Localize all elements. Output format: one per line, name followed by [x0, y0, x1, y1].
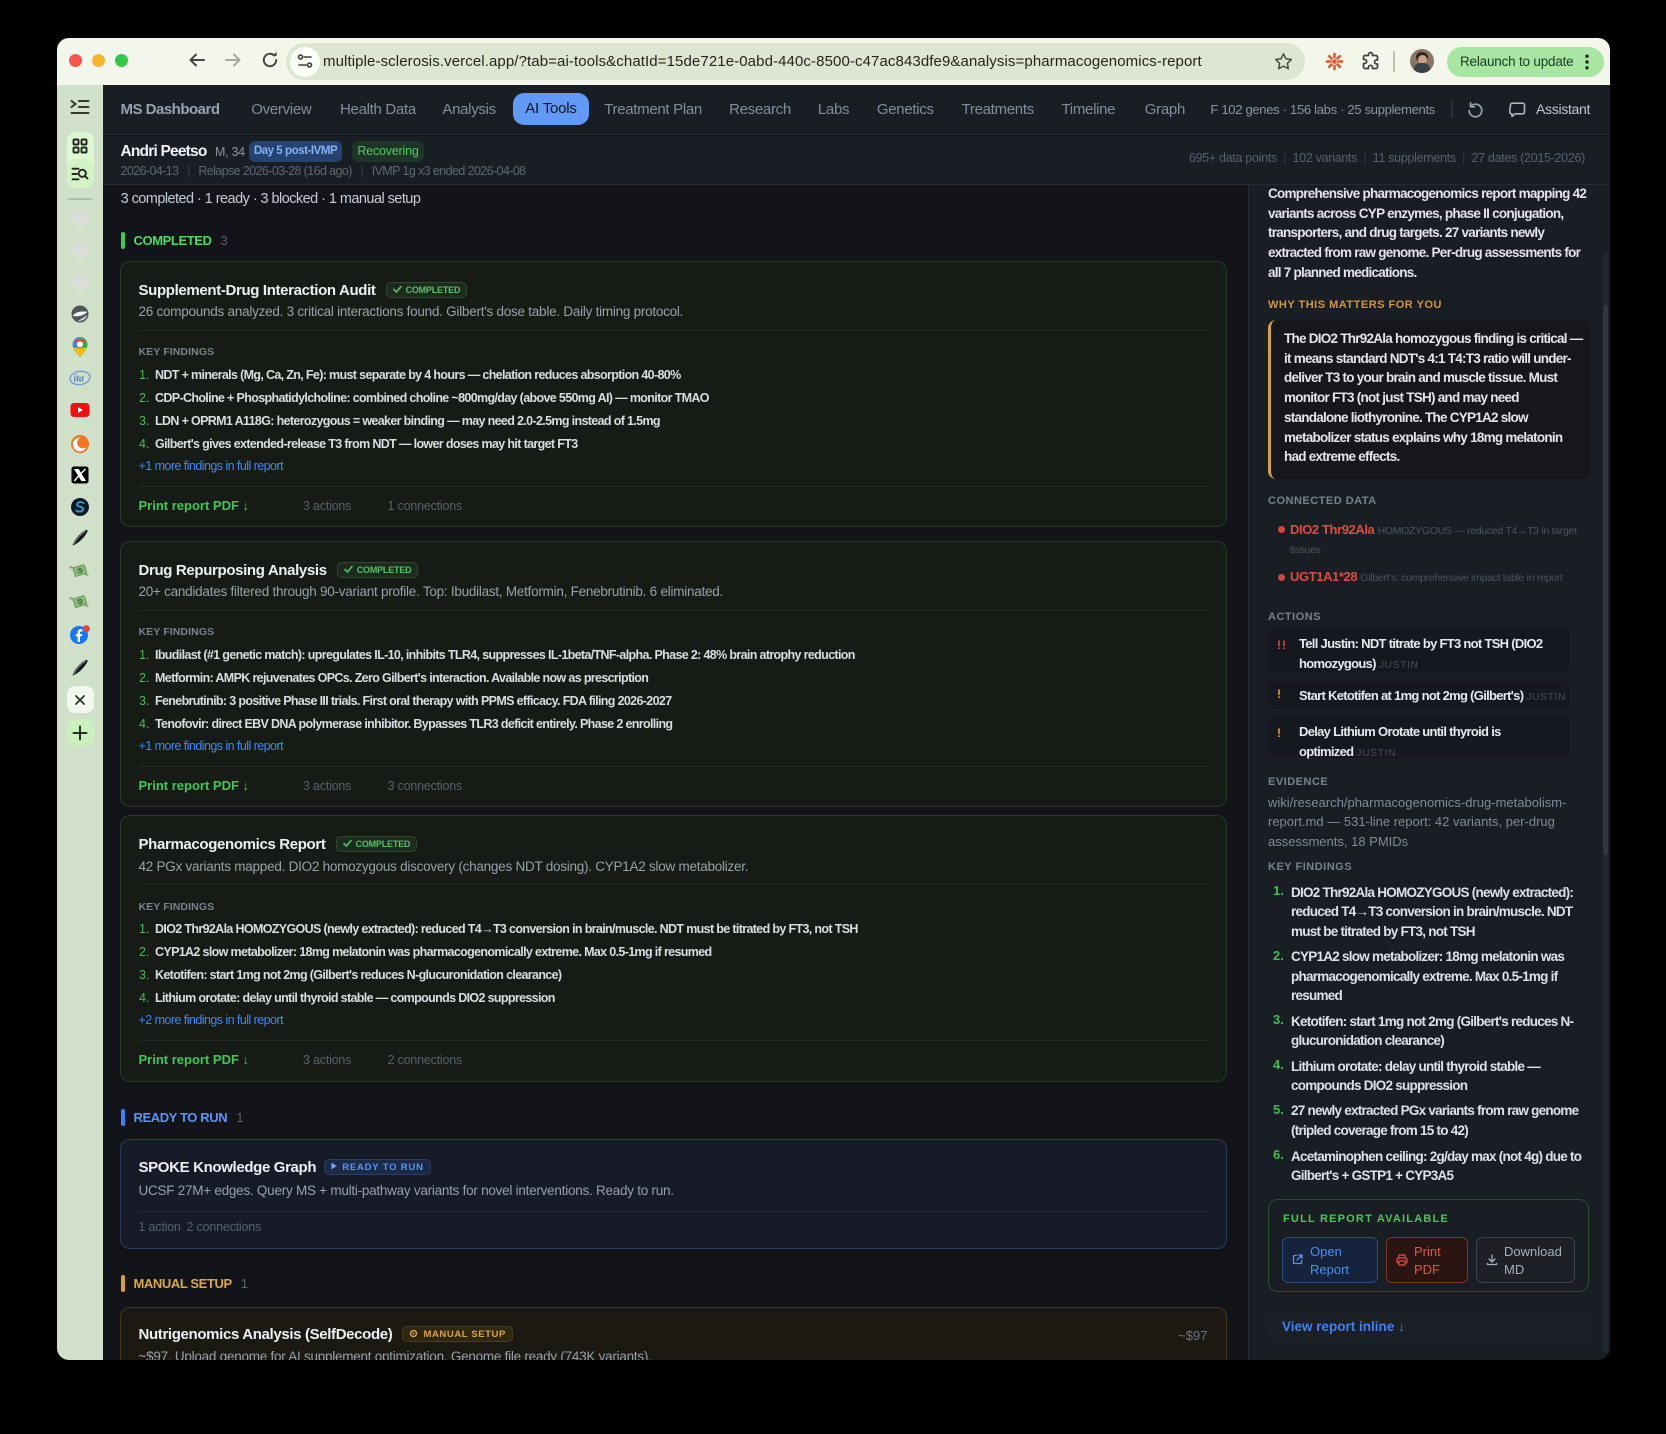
svg-text:ita: ita [74, 374, 85, 385]
